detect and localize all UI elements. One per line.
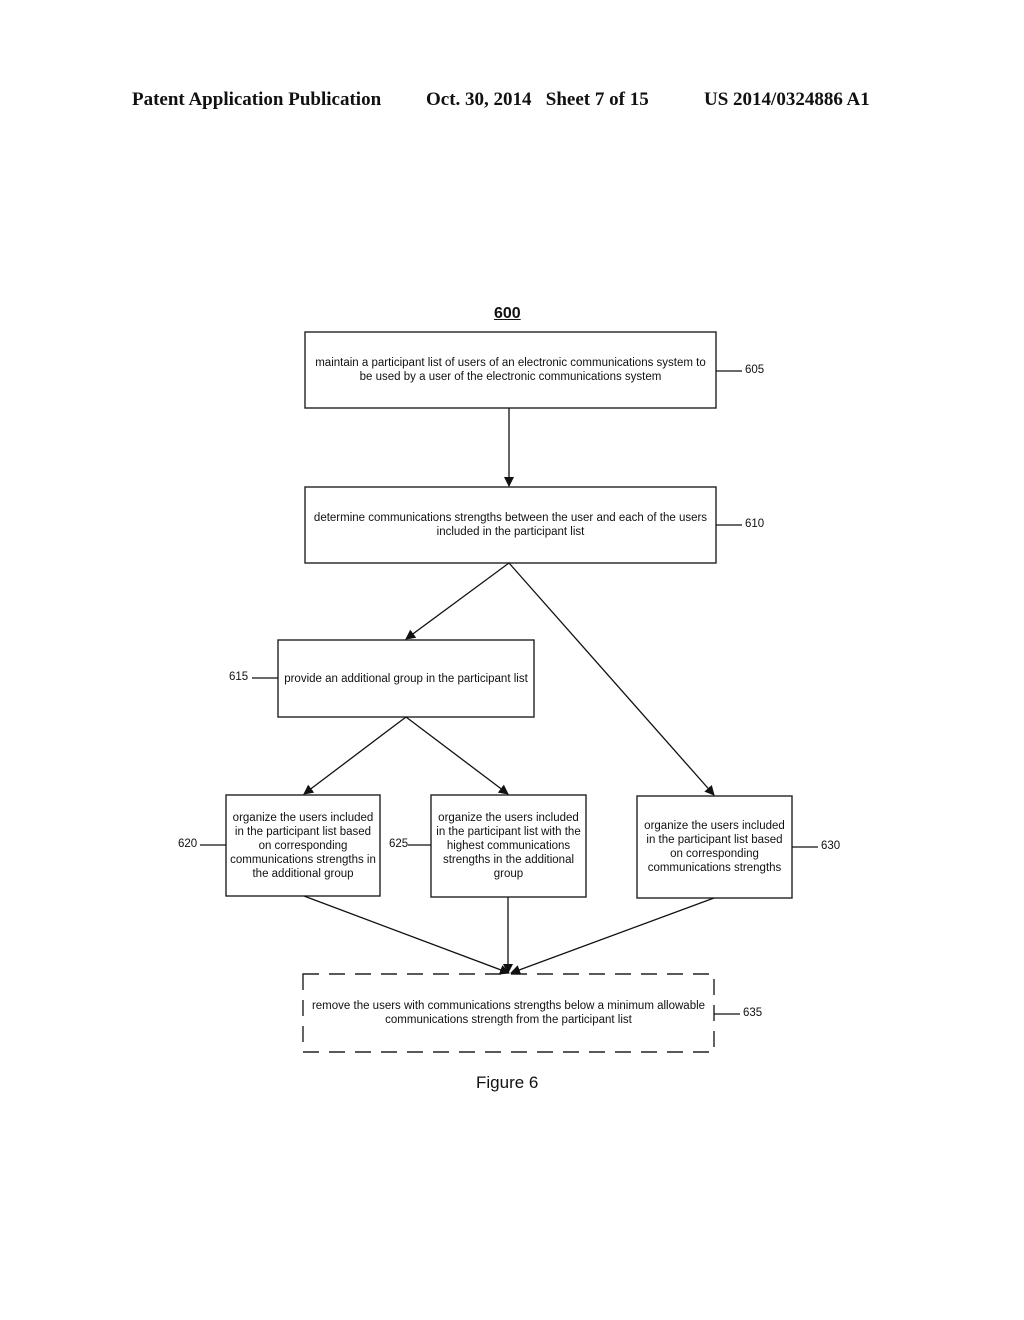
arrow-620-635 (303, 895, 510, 975)
arrow-610-615 (405, 562, 510, 640)
box-605-text: maintain a participant list of users of … (315, 357, 706, 383)
box-620-text: organize the users included in the parti… (230, 811, 376, 880)
arrow-630-635 (510, 897, 715, 975)
ref-635: 635 (743, 1007, 763, 1019)
arrow-610-630 (508, 562, 715, 796)
arrow-615-620 (303, 716, 407, 795)
ref-605: 605 (745, 364, 765, 376)
figure-label: Figure 6 (476, 1073, 539, 1092)
box-615-text: provide an additional group in the parti… (284, 672, 528, 685)
box-610-text: determine communications strengths betwe… (313, 512, 708, 538)
ref-615: 615 (229, 671, 249, 683)
ref-625: 625 (389, 838, 409, 850)
box-630-text: organize the users included in the parti… (644, 820, 785, 874)
arrow-615-625 (405, 716, 509, 795)
diagram-title: 600 (494, 305, 521, 322)
box-635-text: remove the users with communications str… (311, 1000, 706, 1026)
ref-610: 610 (745, 518, 765, 530)
ref-630: 630 (821, 840, 841, 852)
box-625-text: organize the users included in the parti… (436, 812, 581, 880)
ref-620: 620 (178, 838, 198, 850)
